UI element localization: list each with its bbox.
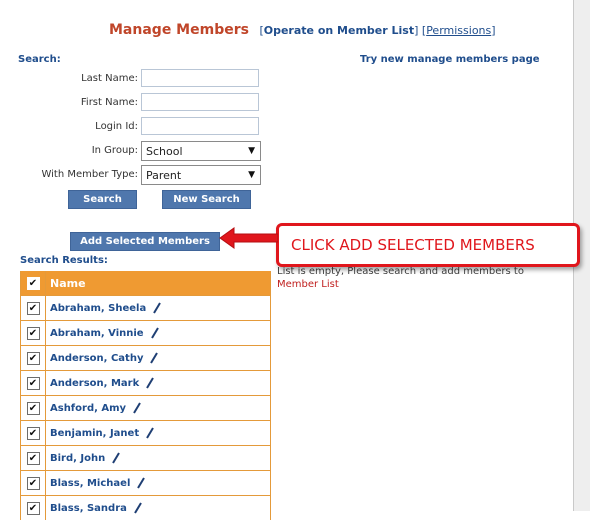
last-name-input[interactable]: [141, 69, 259, 87]
member-name-link[interactable]: Anderson, Mark: [50, 378, 139, 389]
pencil-icon[interactable]: [133, 502, 143, 514]
row-checkbox[interactable]: ✔: [26, 301, 40, 315]
pencil-icon[interactable]: [111, 452, 121, 464]
chevron-down-icon: ▼: [248, 170, 255, 180]
table-row: ✔ Blass, Sandra: [21, 495, 270, 520]
select-all-checkbox[interactable]: ✔: [26, 276, 40, 290]
member-name-link[interactable]: Abraham, Vinnie: [50, 328, 144, 339]
search-button[interactable]: Search: [68, 190, 137, 209]
member-name-link[interactable]: Benjamin, Janet: [50, 428, 139, 439]
first-name-row: First Name:: [0, 93, 270, 113]
member-name-link[interactable]: Bird, John: [50, 453, 105, 464]
table-row: ✔ Benjamin, Janet: [21, 420, 270, 445]
first-name-input[interactable]: [141, 93, 259, 111]
name-column-header[interactable]: Name: [46, 271, 86, 295]
row-checkbox[interactable]: ✔: [26, 476, 40, 490]
member-name-link[interactable]: Blass, Sandra: [50, 503, 127, 514]
member-list-link[interactable]: Member List: [277, 279, 339, 290]
row-checkbox[interactable]: ✔: [26, 501, 40, 515]
last-name-row: Last Name:: [0, 69, 270, 89]
table-row: ✔ Abraham, Vinnie: [21, 320, 270, 345]
pencil-icon[interactable]: [145, 377, 155, 389]
chevron-down-icon: ▼: [248, 146, 255, 156]
in-group-row: In Group: School ▼: [0, 141, 270, 161]
table-row: ✔ Anderson, Cathy: [21, 345, 270, 370]
empty-list-text: List is empty, Please search and add mem…: [277, 266, 524, 277]
in-group-label: In Group:: [91, 145, 138, 156]
pencil-icon[interactable]: [150, 327, 160, 339]
row-checkbox[interactable]: ✔: [26, 401, 40, 415]
member-list-empty-message: List is empty, Please search and add mem…: [277, 265, 547, 291]
page-header: Manage Members [Operate on Member List] …: [109, 22, 496, 38]
table-row: ✔ Bird, John: [21, 445, 270, 470]
table-row: ✔ Blass, Michael: [21, 470, 270, 495]
member-type-row: With Member Type: Parent ▼: [0, 165, 270, 185]
search-results-label: Search Results:: [20, 255, 108, 266]
callout-arrow-icon: [219, 227, 278, 249]
login-id-input[interactable]: [141, 117, 259, 135]
first-name-label: First Name:: [80, 97, 138, 108]
row-checkbox[interactable]: ✔: [26, 451, 40, 465]
member-type-label: With Member Type:: [41, 169, 138, 180]
pencil-icon[interactable]: [149, 352, 159, 364]
try-new-manage-members-link[interactable]: Try new manage members page: [360, 54, 540, 65]
in-group-selected-value: School: [146, 145, 183, 158]
in-group-select[interactable]: School ▼: [141, 141, 261, 161]
pencil-icon[interactable]: [136, 477, 146, 489]
table-row: ✔ Ashford, Amy: [21, 395, 270, 420]
row-checkbox[interactable]: ✔: [26, 376, 40, 390]
permissions-link[interactable]: Permissions: [426, 24, 491, 37]
table-row: ✔ Anderson, Mark: [21, 370, 270, 395]
login-id-row: Login Id:: [0, 117, 270, 137]
page-title: Manage Members: [109, 22, 249, 38]
table-row: ✔ Abraham, Sheela: [21, 295, 270, 320]
member-type-select[interactable]: Parent ▼: [141, 165, 261, 185]
row-checkbox[interactable]: ✔: [26, 351, 40, 365]
member-name-link[interactable]: Ashford, Amy: [50, 403, 126, 414]
pencil-icon[interactable]: [152, 302, 162, 314]
pencil-icon[interactable]: [132, 402, 142, 414]
row-checkbox[interactable]: ✔: [26, 426, 40, 440]
member-name-link[interactable]: Blass, Michael: [50, 478, 130, 489]
login-id-label: Login Id:: [95, 121, 138, 132]
member-name-link[interactable]: Anderson, Cathy: [50, 353, 143, 364]
member-name-link[interactable]: Abraham, Sheela: [50, 303, 146, 314]
operate-on-member-list-link[interactable]: Operate on Member List: [264, 24, 414, 37]
row-checkbox[interactable]: ✔: [26, 326, 40, 340]
search-results-table: ✔ Name ✔ Abraham, Sheela ✔ Abraham, Vinnie ✔…: [20, 271, 271, 520]
table-header: ✔ Name: [21, 271, 270, 295]
new-search-button[interactable]: New Search: [162, 190, 251, 209]
add-selected-members-button[interactable]: Add Selected Members: [70, 232, 220, 251]
pencil-icon[interactable]: [145, 427, 155, 439]
instruction-callout: CLICK ADD SELECTED MEMBERS: [276, 223, 580, 267]
last-name-label: Last Name:: [81, 73, 138, 84]
search-section-label: Search:: [18, 54, 61, 65]
member-type-selected-value: Parent: [146, 169, 182, 182]
